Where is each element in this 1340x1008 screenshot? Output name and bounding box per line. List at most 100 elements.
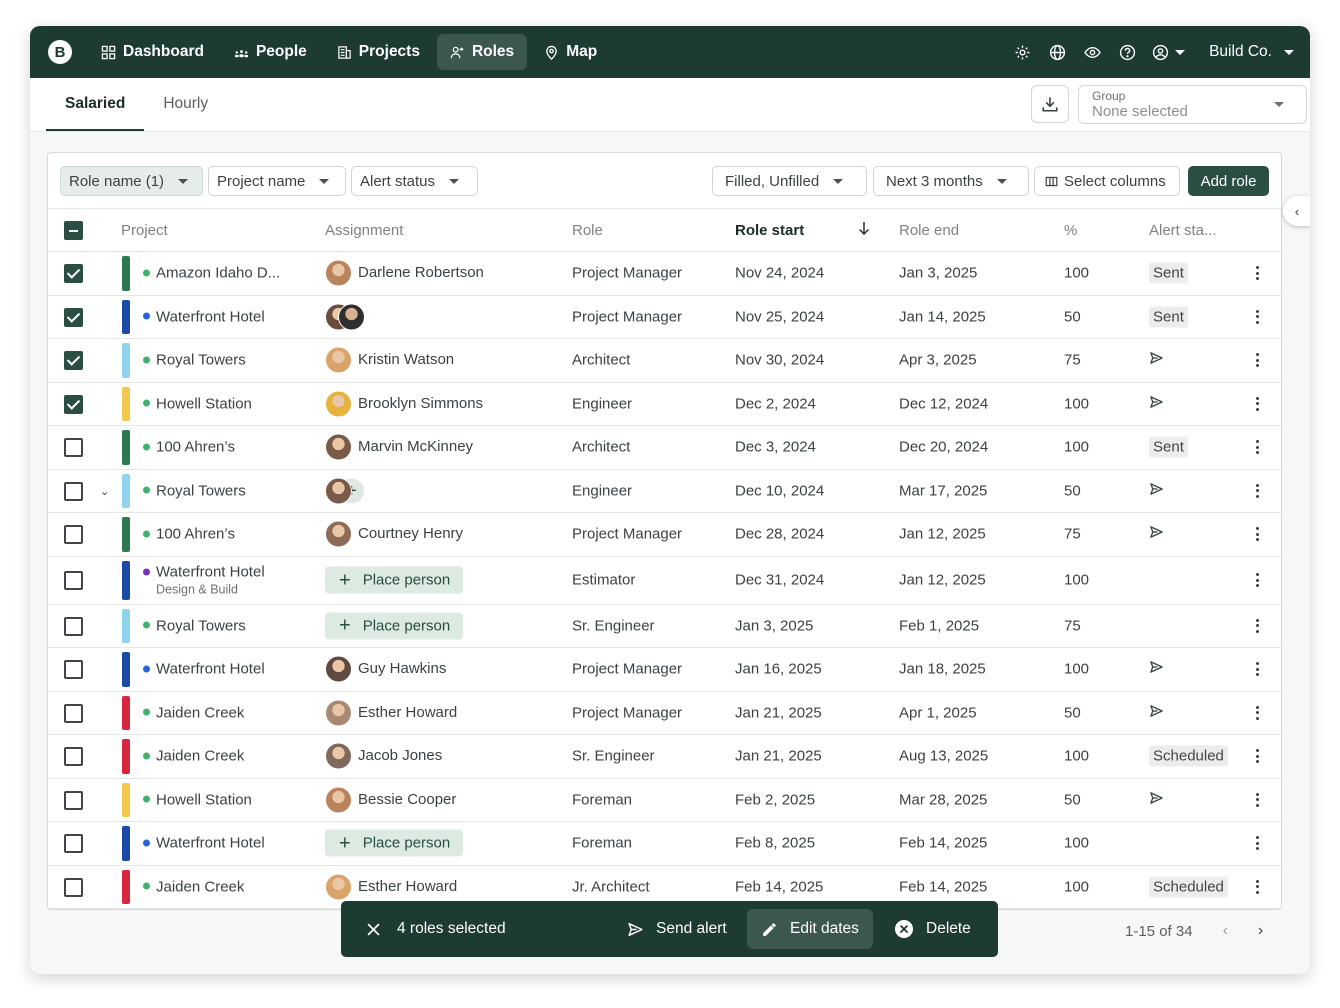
sort-desc-icon[interactable] bbox=[857, 220, 871, 240]
nav-projects[interactable]: Projects bbox=[324, 34, 433, 70]
place-person-button[interactable]: + Place person bbox=[325, 566, 464, 594]
project-cell[interactable]: Jaiden Creek bbox=[143, 704, 244, 721]
assignment-cell[interactable]: Brooklyn Simmons bbox=[325, 390, 483, 418]
delete-button[interactable]: Delete bbox=[894, 901, 971, 957]
nav-people[interactable]: People bbox=[221, 34, 320, 70]
project-name-filter[interactable]: Project name bbox=[208, 166, 346, 196]
send-icon[interactable] bbox=[1149, 791, 1164, 809]
row-checkbox[interactable] bbox=[64, 525, 83, 545]
role-name-filter[interactable]: Role name (1) bbox=[60, 166, 203, 196]
assignment-cell[interactable]: Kristin Watson bbox=[325, 346, 454, 374]
more-vertical-icon[interactable] bbox=[1256, 618, 1260, 633]
assignment-cell[interactable]: Bessie Cooper bbox=[325, 786, 456, 814]
row-checkbox[interactable] bbox=[64, 834, 83, 854]
send-icon[interactable] bbox=[1149, 482, 1164, 500]
col-role-start[interactable]: Role start bbox=[735, 222, 804, 239]
row-checkbox[interactable] bbox=[64, 481, 83, 501]
more-vertical-icon[interactable] bbox=[1256, 440, 1260, 455]
send-alert-button[interactable]: Send alert bbox=[627, 901, 727, 957]
assignment-cell[interactable]: Darlene Robertson bbox=[325, 259, 484, 287]
table-row[interactable]: Waterfront Hotel Guy Hawkins Project Man… bbox=[48, 648, 1281, 692]
project-cell[interactable]: Royal Towers bbox=[143, 352, 246, 369]
assignment-cell[interactable]: + Place person bbox=[325, 612, 464, 640]
more-vertical-icon[interactable] bbox=[1256, 749, 1260, 764]
table-row[interactable]: Royal Towers Kristin Watson Architect No… bbox=[48, 339, 1281, 383]
col-project[interactable]: Project bbox=[121, 222, 168, 239]
row-checkbox[interactable] bbox=[64, 394, 83, 414]
more-vertical-icon[interactable] bbox=[1256, 879, 1260, 894]
project-cell[interactable]: Howell Station bbox=[143, 791, 252, 808]
collapse-panel-button[interactable]: ‹ bbox=[1283, 196, 1310, 226]
chevron-down-icon[interactable]: ⌄ bbox=[100, 485, 109, 498]
col-alert-status[interactable]: Alert sta... bbox=[1149, 222, 1217, 239]
table-row[interactable]: 100 Ahren’s Marvin McKinney Architect De… bbox=[48, 426, 1281, 470]
project-cell[interactable]: Waterfront Hotel Design & Build bbox=[143, 564, 265, 597]
project-cell[interactable]: Waterfront Hotel bbox=[143, 308, 265, 325]
project-cell[interactable]: 100 Ahren’s bbox=[143, 526, 235, 543]
more-vertical-icon[interactable] bbox=[1256, 266, 1260, 281]
col-percent[interactable]: % bbox=[1064, 222, 1077, 239]
company-switcher[interactable]: Build Co. bbox=[1209, 43, 1294, 61]
nav-map[interactable]: Map bbox=[531, 34, 610, 70]
table-row[interactable]: Jaiden Creek Jacob Jones Sr. Engineer Ja… bbox=[48, 735, 1281, 779]
send-icon[interactable] bbox=[1149, 704, 1164, 722]
more-vertical-icon[interactable] bbox=[1256, 396, 1260, 411]
assignment-cell[interactable]: + bbox=[325, 477, 365, 505]
project-cell[interactable]: Waterfront Hotel bbox=[143, 661, 265, 678]
select-columns-button[interactable]: Select columns bbox=[1034, 166, 1180, 196]
more-vertical-icon[interactable] bbox=[1256, 353, 1260, 368]
more-vertical-icon[interactable] bbox=[1256, 705, 1260, 720]
project-cell[interactable]: Waterfront Hotel bbox=[143, 835, 265, 852]
nav-dashboard[interactable]: Dashboard bbox=[88, 34, 217, 70]
language-button[interactable] bbox=[1040, 44, 1075, 61]
table-row[interactable]: Howell Station Brooklyn Simmons Engineer… bbox=[48, 383, 1281, 426]
col-assignment[interactable]: Assignment bbox=[325, 222, 403, 239]
row-checkbox[interactable] bbox=[64, 660, 83, 680]
row-checkbox[interactable] bbox=[64, 351, 83, 371]
assignment-cell[interactable]: + Place person bbox=[325, 566, 464, 594]
table-row[interactable]: Waterfront Hotel + Place person Foreman F… bbox=[48, 822, 1281, 866]
date-range-filter[interactable]: Next 3 months bbox=[873, 166, 1029, 196]
assignment-cell[interactable]: Guy Hawkins bbox=[325, 655, 446, 683]
project-cell[interactable]: Howell Station bbox=[143, 395, 252, 412]
row-checkbox[interactable] bbox=[64, 438, 83, 458]
project-cell[interactable]: Amazon Idaho D... bbox=[143, 265, 280, 282]
table-row[interactable]: Waterfront Hotel Project Manager Nov 25,… bbox=[48, 296, 1281, 339]
send-icon[interactable] bbox=[1149, 395, 1164, 413]
place-person-button[interactable]: + Place person bbox=[325, 829, 464, 857]
next-page-icon[interactable]: › bbox=[1258, 922, 1263, 940]
group-select[interactable]: Group None selected bbox=[1078, 85, 1307, 124]
project-cell[interactable]: Jaiden Creek bbox=[143, 748, 244, 765]
assignment-cell[interactable] bbox=[325, 303, 371, 331]
table-row[interactable]: Waterfront Hotel Design & Build + Place p… bbox=[48, 557, 1281, 605]
row-checkbox[interactable] bbox=[64, 877, 83, 897]
prev-page-icon[interactable]: ‹ bbox=[1223, 922, 1228, 940]
table-row[interactable]: ⌄ Royal Towers + Engineer Dec 10, 2024 M… bbox=[48, 470, 1281, 513]
tab-salaried[interactable]: Salaried bbox=[46, 77, 145, 131]
place-person-button[interactable]: + Place person bbox=[325, 612, 464, 640]
col-role-end[interactable]: Role end bbox=[899, 222, 959, 239]
table-row[interactable]: Royal Towers + Place person Sr. Engineer … bbox=[48, 605, 1281, 648]
row-checkbox[interactable] bbox=[64, 571, 83, 590]
row-checkbox[interactable] bbox=[64, 307, 83, 327]
assignment-cell[interactable]: Esther Howard bbox=[325, 699, 457, 727]
assignment-cell[interactable]: Marvin McKinney bbox=[325, 433, 473, 461]
row-checkbox[interactable] bbox=[64, 703, 83, 723]
settings-button[interactable] bbox=[1005, 44, 1040, 61]
assignment-cell[interactable]: Courtney Henry bbox=[325, 520, 463, 548]
more-vertical-icon[interactable] bbox=[1256, 662, 1260, 677]
row-checkbox[interactable] bbox=[64, 264, 83, 284]
account-menu[interactable] bbox=[1145, 44, 1191, 61]
send-icon[interactable] bbox=[1149, 526, 1164, 544]
logo[interactable]: B bbox=[48, 40, 72, 64]
clear-selection-button[interactable] bbox=[367, 901, 380, 957]
assignment-cell[interactable]: Esther Howard bbox=[325, 873, 457, 901]
visibility-button[interactable] bbox=[1075, 44, 1110, 61]
nav-roles[interactable]: Roles bbox=[436, 34, 528, 70]
edit-dates-button[interactable]: Edit dates bbox=[747, 909, 873, 949]
project-cell[interactable]: Jaiden Creek bbox=[143, 878, 244, 895]
table-row[interactable]: Jaiden Creek Esther Howard Project Manag… bbox=[48, 692, 1281, 735]
more-vertical-icon[interactable] bbox=[1256, 483, 1260, 498]
add-role-button[interactable]: Add role bbox=[1188, 166, 1269, 196]
more-vertical-icon[interactable] bbox=[1256, 309, 1260, 324]
